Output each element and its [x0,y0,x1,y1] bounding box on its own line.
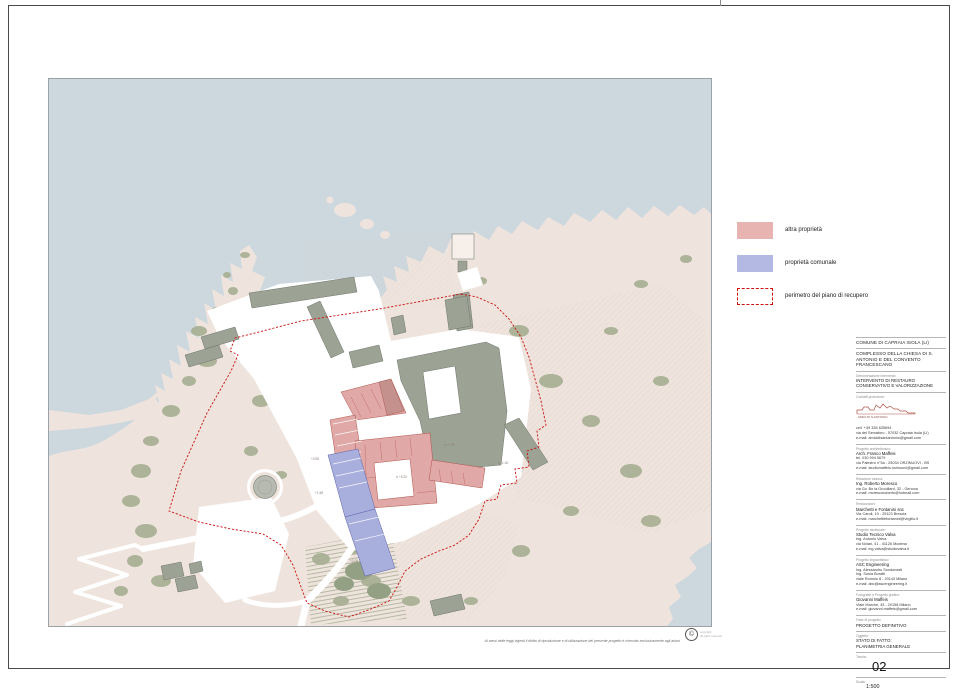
skyline-logo-icon: AMICI DI S.ANTONIO [856,401,918,419]
fase-value: PROGETTO DEFINITIVO [856,623,946,628]
detail-line: e-mail: marchettiefontanini@virgilio.it [856,517,946,522]
tb-complesso: COMPLESSO DELLA CHIESA DI S. ANTONIO E D… [856,348,946,370]
pink-swatch [737,222,773,239]
tb-denominazione: Denominazione intervento: INTERVENTO DI … [856,371,946,392]
detail-line: e-mail: abc@ascengineering.it [856,582,946,587]
frame-tick [720,0,721,6]
logo-text: AMICI DI S.ANTONIO [858,415,888,419]
title-block: COMUNE DI CAPRAIA ISOLA (LI) COMPLESSO D… [856,337,946,672]
tb-restauratori: Restauratori: Marchetti e Fontanini snc … [856,499,946,524]
legend-label: altra proprietà [785,227,822,233]
tb-contatti: Contatti promotore: AMICI DI S.ANTONIO c… [856,392,946,444]
detail-line: e-mail: giovanni.maffeis@gmail.com [856,607,946,612]
promoter-logo: AMICI DI S.ANTONIO [856,401,946,424]
elevation-label: +5.20 [399,475,407,479]
copyright-text: copyright all rights reserved [700,631,722,638]
scala-value: 1:500 [866,684,946,690]
tb-fase: Fase di progetto: PROGETTO DEFINITIVO [856,615,946,631]
intervento-line: CONSERVATIVO E VALORIZZAZIONE [856,383,946,388]
legend-item-perimetro: perimetro del piano di recupero [737,287,868,305]
detail-line: e-mail: studiomaffeis.orzinuovi@gmail.co… [856,466,946,471]
contact-line: e-mail: amicidisantantonio@gmail.com [856,436,946,441]
complesso-title: COMPLESSO DELLA CHIESA DI S. ANTONIO E D… [856,351,946,367]
outlined-building [452,234,474,259]
site-plan-svg: +7.50 -1.40 +5.20 +0.55 +1.58 +2.05 [49,79,711,626]
legend-item-altra-proprieta: altra proprietà [737,221,822,239]
elevation-label: +7.50 [447,443,455,447]
copyright-disclaimer: Ai sensi delle leggi vigenti il diritto … [424,639,680,643]
section-label: Contatti promotore: [856,395,946,399]
water-tank [249,471,282,504]
tavola-number: 02 [872,660,946,674]
blue-swatch [737,255,773,272]
copyright-mark: © copyright all rights reserved [685,628,722,641]
copyright-icon: © [685,628,698,641]
convent-cloister-courtyard [374,459,414,500]
detail-line: e-mail: morescoroberto@hotmail.com [856,491,946,496]
legend-label: perimetro del piano di recupero [785,293,868,299]
tb-comune: COMUNE DI CAPRAIA ISOLA (LI) [856,337,946,348]
oggetto-line: PLANIMETRIA GENERALE [856,644,946,649]
red-dashed-swatch [737,288,773,305]
tb-oggetto: Oggetto: STATO DI FATTO: PLANIMETRIA GEN… [856,631,946,652]
elevation-label: -1.40 [501,461,508,465]
tb-progetto-architettonico: Progetto architettonico: Arch. Franco Ma… [856,444,946,474]
legend-label: proprietà comunale [785,260,836,266]
elevation-label: +0.55 [311,457,319,461]
elevation-label: +1.58 [315,491,323,495]
detail-line: e-mail: ing.valva@studiovalva.it [856,547,946,552]
site-plan-map: +7.50 -1.40 +5.20 +0.55 +1.58 +2.05 [48,78,712,627]
tb-tavola: Tavola: 02 [856,652,946,676]
tb-scala: Scala: 1:500 [856,677,946,693]
tb-progetto-strutturale: Progetto strutturale: Studio Tecnico Val… [856,525,946,555]
tb-fotografie: Fotografie e Progetto grafico: Giovanni … [856,590,946,615]
copyright-line: all rights reserved [700,635,722,638]
elevation-label: +2.05 [350,559,358,563]
legend-item-proprieta-comunale: proprietà comunale [737,254,836,272]
comune-title: COMUNE DI CAPRAIA ISOLA (LI) [856,340,946,345]
tb-progetto-impiantistico: Progetto impiantistico: ASC Engineering … [856,555,946,590]
tb-relazione-storica: Relazione storica: Ing. Roberto Moresco … [856,474,946,499]
u-building-courtyard [423,366,461,419]
